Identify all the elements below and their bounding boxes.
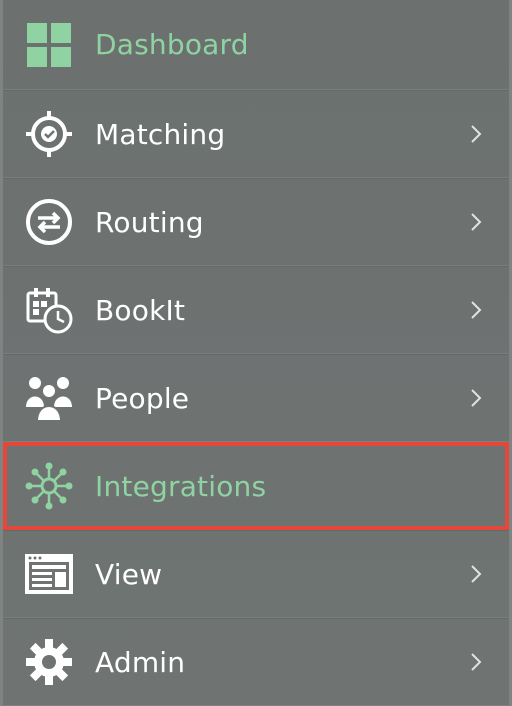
menu-item-admin[interactable]: Admin <box>3 618 509 706</box>
menu-item-label: Routing <box>95 205 204 239</box>
dashboard-grid-icon <box>23 19 75 71</box>
chevron-right-icon <box>471 213 482 231</box>
menu-item-label: BookIt <box>95 293 186 327</box>
chevron-right-icon <box>471 389 482 407</box>
menu-item-label: View <box>95 557 163 591</box>
menu-item-label: Admin <box>95 645 186 679</box>
gear-icon <box>23 636 75 688</box>
menu-item-label: People <box>95 381 190 415</box>
calendar-clock-icon <box>23 284 75 336</box>
menu-item-matching[interactable]: Matching <box>3 90 509 178</box>
chevron-right-icon <box>471 653 482 671</box>
target-check-icon <box>23 108 75 160</box>
routing-arrows-icon <box>23 196 75 248</box>
menu-item-integrations[interactable]: Integrations <box>3 442 509 530</box>
menu-item-label: Integrations <box>95 469 267 503</box>
network-hub-icon <box>23 460 75 512</box>
sidebar-menu: Dashboard Matching Routing BookIt People… <box>0 0 512 706</box>
chevron-right-icon <box>471 565 482 583</box>
menu-item-label: Matching <box>95 117 226 151</box>
people-group-icon <box>23 372 75 424</box>
menu-item-bookit[interactable]: BookIt <box>3 266 509 354</box>
menu-item-people[interactable]: People <box>3 354 509 442</box>
chevron-right-icon <box>471 301 482 319</box>
menu-item-view[interactable]: View <box>3 530 509 618</box>
browser-window-icon <box>23 548 75 600</box>
menu-item-label: Dashboard <box>95 28 249 61</box>
menu-item-routing[interactable]: Routing <box>3 178 509 266</box>
chevron-right-icon <box>471 125 482 143</box>
menu-item-dashboard[interactable]: Dashboard <box>3 0 509 90</box>
